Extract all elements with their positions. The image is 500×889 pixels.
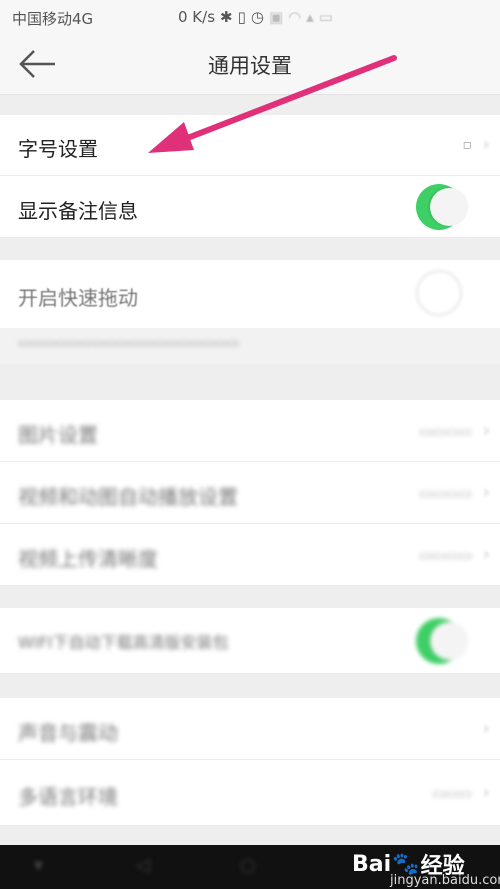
watermark-url: jingyan.baidu.com [390,873,500,888]
hd-icon: ▣ [268,8,284,26]
chevron-right-icon: › [482,420,490,441]
alarm-icon: ◷ [250,8,264,26]
sound-vibration-row[interactable]: 声音与震动 › [0,698,500,760]
font-size-setting-row[interactable]: 字号设置 ▫ › [0,115,500,176]
page-title: 通用设置 [208,54,292,78]
section-gap [0,586,500,608]
chevron-right-icon: › [482,782,490,803]
wifi-auto-download-row: WIFI下自动下载高清版安装包 [0,608,500,674]
quick-drag-toggle[interactable] [416,270,462,316]
font-size-value: ▫ [462,137,473,153]
image-setting-label: 图片设置 [18,423,98,447]
sound-vibration-label: 声音与震动 [18,721,118,745]
language-row[interactable]: 多语言环境 ▭▭▭ › [0,760,500,826]
quick-drag-note: ▭▭▭▭▭▭▭▭▭▭▭▭▭▭▭▭▭▭ [18,336,240,351]
video-upload-quality-value: ▭▭▭▭ [419,548,472,564]
wifi-icon: ◠ [288,8,302,26]
carrier-label: 中国移动4G [12,10,94,28]
show-remark-label: 显示备注信息 [18,199,138,223]
baidu-jingyan-watermark: Bai 🐾 经验 jingyan.baidu.com [352,840,500,889]
bluetooth-icon: ✱ [220,8,233,26]
video-autoplay-value: ▭▭▭▭ [419,486,472,502]
show-remark-toggle[interactable] [416,184,468,230]
chevron-right-icon: › [482,482,490,503]
wifi-auto-download-label: WIFI下自动下载高清版安装包 [18,633,229,652]
watermark-brand-a: Bai [352,851,392,877]
app-bar: 通用设置 [0,36,500,95]
nav-home-icon[interactable]: ○ [240,855,256,876]
language-label: 多语言环境 [18,785,118,809]
font-size-label: 字号设置 [18,137,98,161]
section-gap [0,95,500,115]
quick-drag-label: 开启快速拖动 [18,286,138,310]
show-remark-setting-row: 显示备注信息 [0,176,500,238]
video-upload-quality-label: 视频上传清晰度 [18,547,158,571]
chevron-right-icon: › [482,544,490,565]
chevron-right-icon: › [482,718,490,739]
network-speed: 0 K/s [178,8,216,26]
quick-drag-setting-row: 开启快速拖动 [0,260,500,328]
battery-icon: ▭ [318,8,333,26]
nav-menu-icon[interactable]: ▾ [34,855,43,876]
status-bar: 中国移动4G 0 K/s ✱ ▯ ◷ ▣ ◠ ▴ ▭ [0,0,500,36]
wifi-auto-download-toggle[interactable] [416,618,468,664]
status-icons: 0 K/s ✱ ▯ ◷ ▣ ◠ ▴ ▭ [178,8,333,26]
section-gap [0,674,500,698]
video-autoplay-label: 视频和动图自动播放设置 [18,485,238,509]
signal-icon: ▴ [306,8,314,26]
chevron-right-icon: › [482,134,490,155]
image-setting-value: ▭▭▭▭ [419,424,472,440]
language-value: ▭▭▭ [432,786,472,802]
section-gap [0,238,500,260]
nav-back-icon[interactable]: ◁ [136,855,150,876]
image-setting-row[interactable]: 图片设置 ▭▭▭▭ › [0,400,500,462]
section-gap [0,364,500,400]
video-upload-quality-row[interactable]: 视频上传清晰度 ▭▭▭▭ › [0,524,500,586]
quick-drag-note-area: ▭▭▭▭▭▭▭▭▭▭▭▭▭▭▭▭▭▭ [0,328,500,364]
video-autoplay-setting-row[interactable]: 视频和动图自动播放设置 ▭▭▭▭ › [0,462,500,524]
vibrate-icon: ▯ [237,8,246,26]
